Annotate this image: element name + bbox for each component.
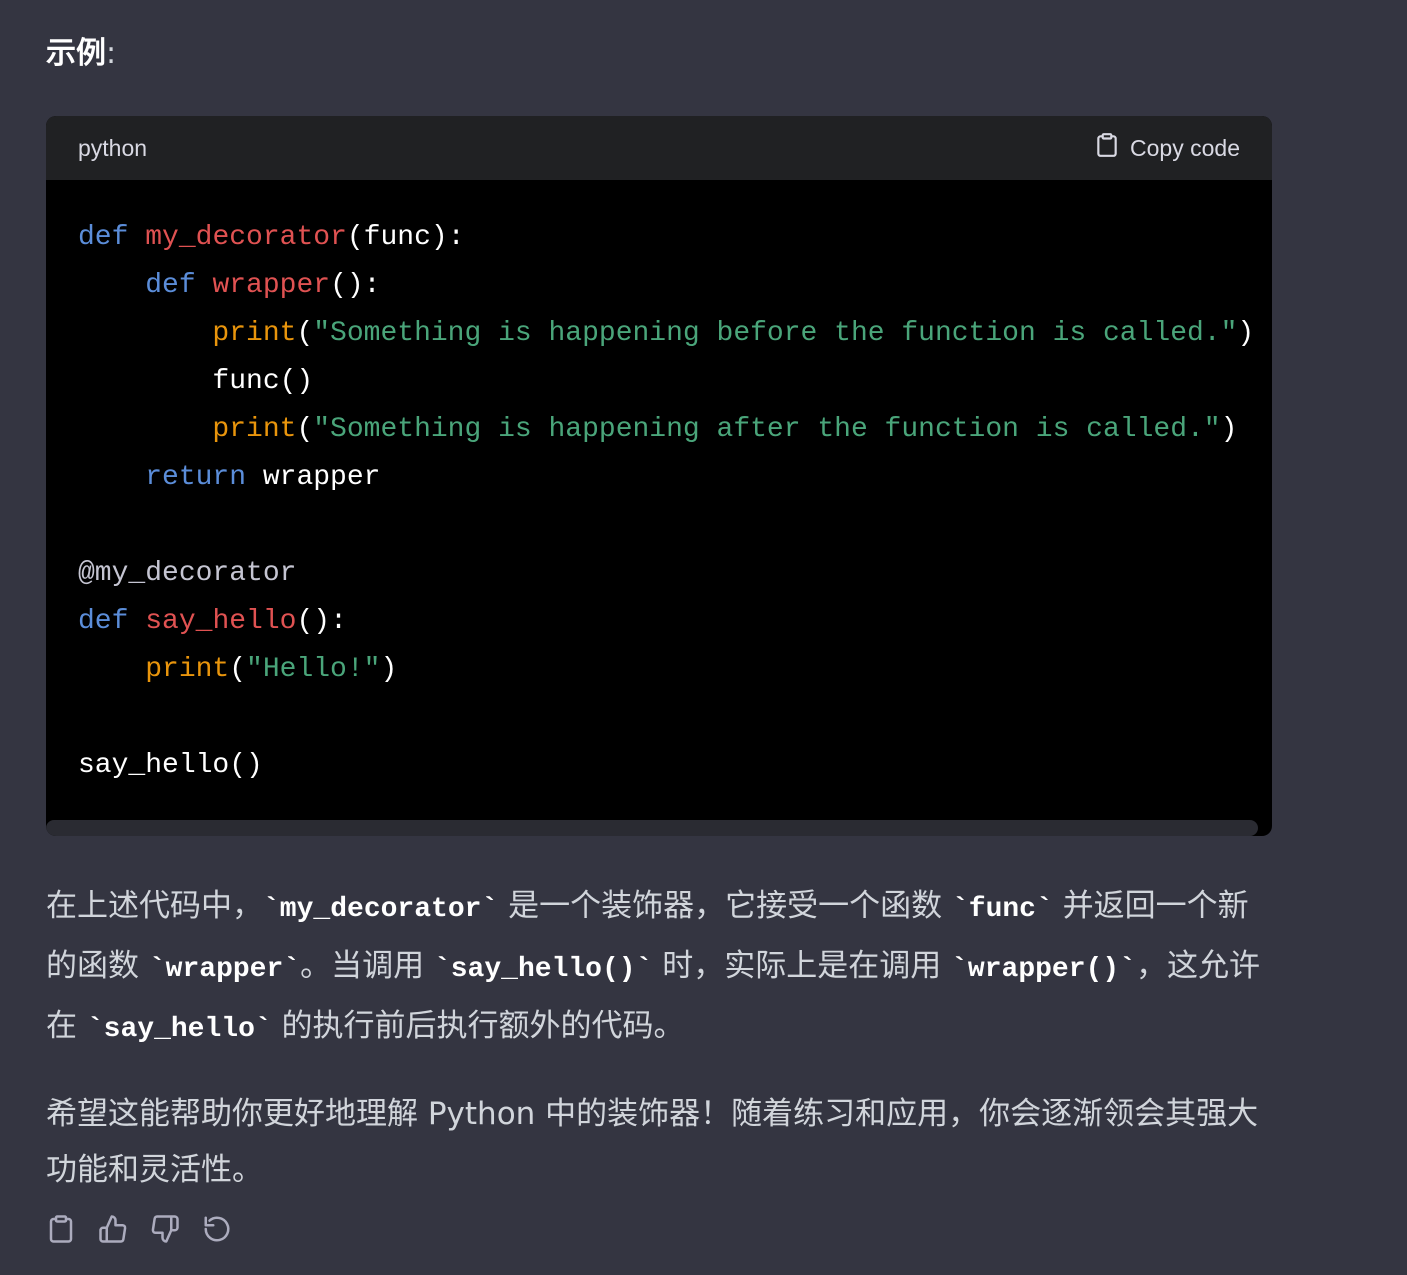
- thumbs-up-button[interactable]: [98, 1212, 128, 1246]
- text-segment: 的执行前后执行额外的代码。: [271, 1008, 685, 1044]
- inline-code: `say_hello`: [86, 1014, 272, 1045]
- code-token: "Something is happening after the functi…: [313, 414, 1221, 445]
- inline-code: `wrapper()`: [951, 954, 1136, 985]
- code-token: "Hello!": [246, 654, 381, 685]
- code-token: ():: [330, 270, 381, 301]
- text-segment: 时，实际上是在调用: [652, 948, 952, 984]
- code-token: "Something is happening before the funct…: [313, 318, 1238, 349]
- code-token: wrapper: [212, 270, 331, 301]
- code-line: @my_decorator: [78, 558, 296, 589]
- inline-code: `my_decorator`: [263, 894, 499, 925]
- copy-code-button[interactable]: Copy code: [1094, 132, 1240, 164]
- code-header: python Copy code: [46, 116, 1272, 180]
- inline-code: `wrapper`: [148, 954, 301, 985]
- code-token: print: [212, 318, 297, 349]
- closing-paragraph: 希望这能帮助你更好地理解 Python 中的装饰器！随着练习和应用，你会逐渐领会…: [46, 1096, 1259, 1188]
- inline-code: `say_hello()`: [433, 954, 653, 985]
- regenerate-icon: [204, 1216, 230, 1242]
- code-token: (: [229, 654, 247, 685]
- code-token: print: [212, 414, 297, 445]
- code-line: def wrapper():: [78, 270, 381, 301]
- code-token: ): [1220, 414, 1238, 445]
- clipboard-icon: [1094, 132, 1120, 164]
- code-language: python: [78, 134, 148, 161]
- thumbs-down-button[interactable]: [150, 1212, 180, 1246]
- code-token: ): [380, 654, 398, 685]
- code-token: def: [145, 270, 196, 301]
- explanation-paragraph: 在上述代码中，`my_decorator` 是一个装饰器，它接受一个函数 `fu…: [46, 878, 1276, 1058]
- regenerate-button[interactable]: [202, 1212, 232, 1246]
- text-segment: 在上述代码中，: [46, 888, 263, 924]
- code-token: (: [296, 318, 314, 349]
- heading-colon: :: [106, 36, 117, 71]
- code-token: @my_decorator: [78, 558, 297, 589]
- thumbs-up-icon: [99, 1215, 127, 1243]
- code-line: print("Something is happening before the…: [78, 318, 1254, 349]
- code-token: say_hello: [145, 606, 297, 637]
- code-token: say_hello(): [78, 750, 263, 781]
- message-actions: [46, 1212, 232, 1246]
- code-token: def: [78, 606, 129, 637]
- code-token: print: [145, 654, 230, 685]
- code-line: print("Hello!"): [78, 654, 397, 685]
- code-token: my_decorator: [145, 222, 347, 253]
- code-line: return wrapper: [78, 462, 380, 493]
- code-token: ): [1237, 318, 1255, 349]
- copy-message-button[interactable]: [46, 1212, 76, 1246]
- thumbs-down-icon: [151, 1215, 179, 1243]
- text-segment: 是一个装饰器，它接受一个函数: [498, 888, 952, 924]
- code-block: python Copy code def my_decorator(func):…: [46, 116, 1272, 836]
- code-token: wrapper: [246, 462, 381, 493]
- code-token: def: [78, 222, 129, 253]
- section-heading: 示例:: [46, 28, 116, 72]
- text-segment: 。当调用: [300, 948, 434, 984]
- horizontal-scrollbar[interactable]: [46, 820, 1258, 836]
- code-content[interactable]: def my_decorator(func): def wrapper(): p…: [46, 180, 1272, 790]
- code-token: (: [296, 414, 314, 445]
- code-line: def my_decorator(func):: [78, 222, 465, 253]
- clipboard-icon: [49, 1215, 73, 1243]
- code-token: return: [145, 462, 247, 493]
- heading-text: 示例: [46, 36, 106, 71]
- inline-code: `func`: [951, 894, 1053, 925]
- code-line: print("Something is happening after the …: [78, 414, 1237, 445]
- copy-code-label: Copy code: [1130, 134, 1240, 161]
- code-token: ():: [296, 606, 347, 637]
- code-token: func(): [78, 366, 314, 397]
- code-token: (func):: [346, 222, 465, 253]
- code-line: say_hello(): [78, 750, 263, 781]
- code-line: func(): [78, 366, 313, 397]
- code-line: def say_hello():: [78, 606, 347, 637]
